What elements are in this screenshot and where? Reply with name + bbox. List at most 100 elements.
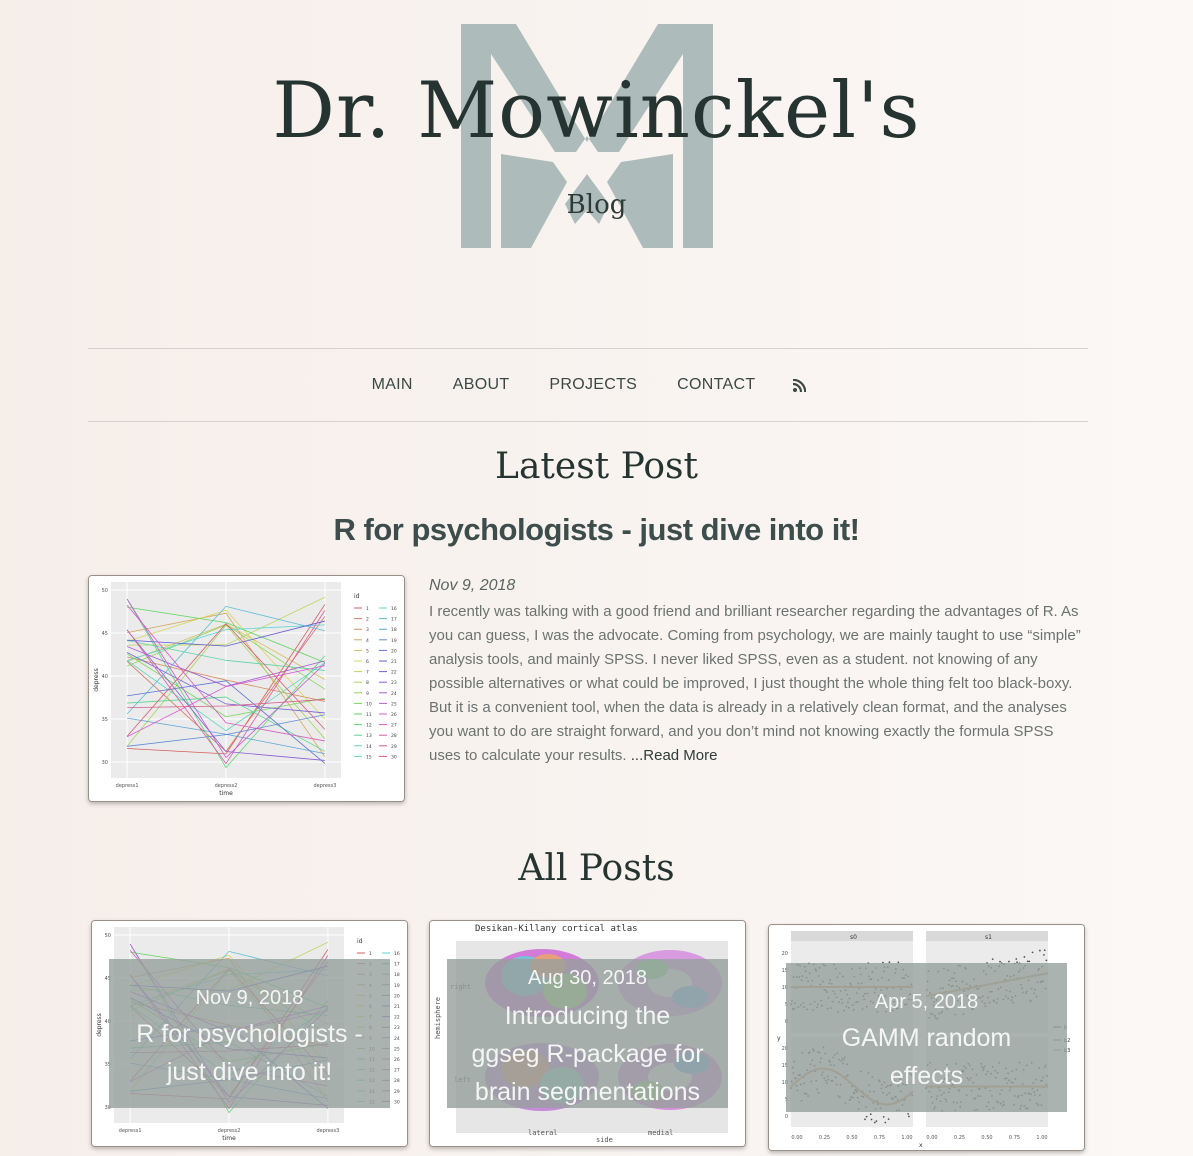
post-card-date: Aug 30, 2018 — [528, 967, 647, 989]
post-card-title[interactable]: GAMM random effects — [786, 1019, 1067, 1095]
rss-icon — [793, 378, 807, 392]
title-line: Introducing the — [504, 1002, 671, 1030]
x-tick-label: 0.00 — [926, 1135, 937, 1141]
all-posts-heading: All Posts — [518, 848, 675, 889]
atlas-col-label: medial — [648, 1129, 673, 1137]
x-tick-label: depress1 — [119, 1128, 142, 1134]
legend-label: 8 — [366, 680, 369, 686]
data-point — [1043, 949, 1046, 952]
post-card[interactable]: s0 s1 y x 0.00 0.25 0.50 0.75 1.00 0.00 0.25 0.… — [768, 924, 1085, 1151]
legend-label: 29 — [394, 1089, 400, 1095]
legend-label: 2 — [366, 617, 369, 623]
x-tick-label: 0.75 — [874, 1135, 885, 1141]
legend-label: 30 — [394, 1099, 400, 1105]
legend-label: 18 — [391, 627, 397, 633]
nav-item-projects[interactable]: PROJECTS — [529, 376, 657, 394]
latest-post-thumbnail[interactable]: 50 45 40 35 30 depress1 depress2 depress3 time de… — [88, 575, 405, 802]
x-tick-label: 0.00 — [791, 1135, 802, 1141]
legend-label: 26 — [391, 712, 397, 718]
data-point — [991, 958, 994, 960]
legend-label: 30 — [391, 754, 397, 760]
legend-label: 28 — [394, 1078, 400, 1084]
legend-title: id — [357, 938, 363, 945]
legend-label: 6 — [366, 659, 369, 665]
title-line: effects — [889, 1062, 964, 1090]
atlas-xlabel: side — [596, 1136, 613, 1144]
data-point — [865, 1115, 868, 1118]
x-tick-label: 0.50 — [981, 1135, 992, 1141]
legend-label: 9 — [366, 691, 369, 697]
card-overlay: Apr 5, 2018 GAMM random effects — [786, 963, 1067, 1112]
y-tick-label: 0 — [785, 1114, 788, 1120]
legend-label: 14 — [366, 744, 372, 750]
legend-label: 22 — [394, 1015, 400, 1021]
atlas-title: Desikan-Killany cortical atlas — [475, 924, 638, 934]
legend-label: 7 — [366, 670, 369, 676]
x-tick-label: depress3 — [313, 783, 336, 789]
legend-label: 17 — [391, 617, 397, 623]
x-tick-label: depress3 — [316, 1128, 339, 1134]
legend-label: 23 — [394, 1025, 400, 1031]
legend-label: 11 — [366, 712, 372, 718]
latest-post-date: Nov 9, 2018 — [429, 577, 516, 594]
data-point — [875, 1120, 878, 1123]
y-tick-label: 40 — [102, 674, 108, 680]
legend-label: 21 — [394, 1004, 400, 1010]
post-card-title[interactable]: R for psychologists - just dive into it! — [109, 1015, 390, 1091]
x-tick-label: 1.00 — [901, 1135, 912, 1141]
read-more-link[interactable]: ...Read More — [627, 747, 718, 764]
x-tick-label: 0.75 — [1009, 1135, 1020, 1141]
nav-item-contact[interactable]: CONTACT — [657, 376, 775, 394]
title-line: R for psychologists - — [136, 1020, 363, 1048]
nav-item-main[interactable]: MAIN — [352, 376, 433, 394]
post-card[interactable]: 50 45 40 35 30 depress1 depress2 depress3 time de… — [91, 920, 408, 1147]
spaghetti-plot-image: 5045403530depress1 depress2 depress3timede… — [89, 576, 404, 801]
x-tick-label: 0.25 — [954, 1135, 965, 1141]
post-card-title[interactable]: Introducing the ggseg R-package for brai… — [447, 997, 728, 1111]
panel-label: s0 — [850, 934, 857, 941]
legend-label: 25 — [394, 1046, 400, 1052]
data-point — [884, 1121, 887, 1124]
x-tick-label: depress1 — [116, 783, 139, 789]
data-point — [887, 1118, 890, 1121]
post-card[interactable]: Desikan-Killany cortical atlas hemispher… — [429, 920, 746, 1147]
y-tick-label: 35 — [102, 717, 108, 723]
legend-label: 1 — [369, 951, 372, 957]
x-tick-label: 1.00 — [1036, 1135, 1047, 1141]
rss-link[interactable] — [775, 378, 824, 392]
latest-post-title[interactable]: R for psychologists - just dive into it! — [0, 512, 1193, 548]
legend-label: 19 — [394, 983, 400, 989]
data-point — [882, 1116, 885, 1118]
legend-label: 24 — [394, 1036, 400, 1042]
data-point — [1023, 956, 1026, 958]
x-tick-label: 0.25 — [819, 1135, 830, 1141]
data-point — [1028, 960, 1031, 963]
legend-label: 19 — [391, 638, 397, 644]
data-point — [1043, 953, 1045, 956]
site-subtitle: Blog — [566, 190, 627, 220]
nav-item-about[interactable]: ABOUT — [433, 376, 530, 394]
legend-label: 20 — [391, 648, 397, 654]
legend-label: 27 — [394, 1068, 400, 1074]
data-point — [1031, 951, 1034, 954]
y-axis-label: depress — [96, 1013, 103, 1037]
legend-label: 21 — [391, 659, 397, 665]
legend-title: id — [354, 593, 360, 600]
card-overlay: Nov 9, 2018 R for psychologists - just d… — [109, 959, 390, 1108]
data-point — [869, 1113, 872, 1116]
site-title[interactable]: Dr. Mowinckel's — [0, 66, 1193, 156]
x-tick-label: depress2 — [218, 1128, 241, 1134]
x-axis-label: x — [919, 1142, 923, 1149]
legend-label: 15 — [366, 754, 372, 760]
legend-label: 13 — [366, 733, 372, 739]
data-point — [873, 1121, 876, 1124]
title-line: brain segmentations — [474, 1078, 701, 1106]
x-axis-label: time — [222, 1135, 236, 1142]
legend-label: 12 — [366, 723, 372, 729]
latest-post-excerpt: I recently was talking with a good frien… — [429, 600, 1089, 768]
legend-label: 23 — [391, 680, 397, 686]
legend-label: 5 — [366, 648, 369, 654]
legend-label: 10 — [366, 701, 372, 707]
y-tick-label: 30 — [102, 760, 108, 766]
data-point — [870, 1118, 873, 1121]
